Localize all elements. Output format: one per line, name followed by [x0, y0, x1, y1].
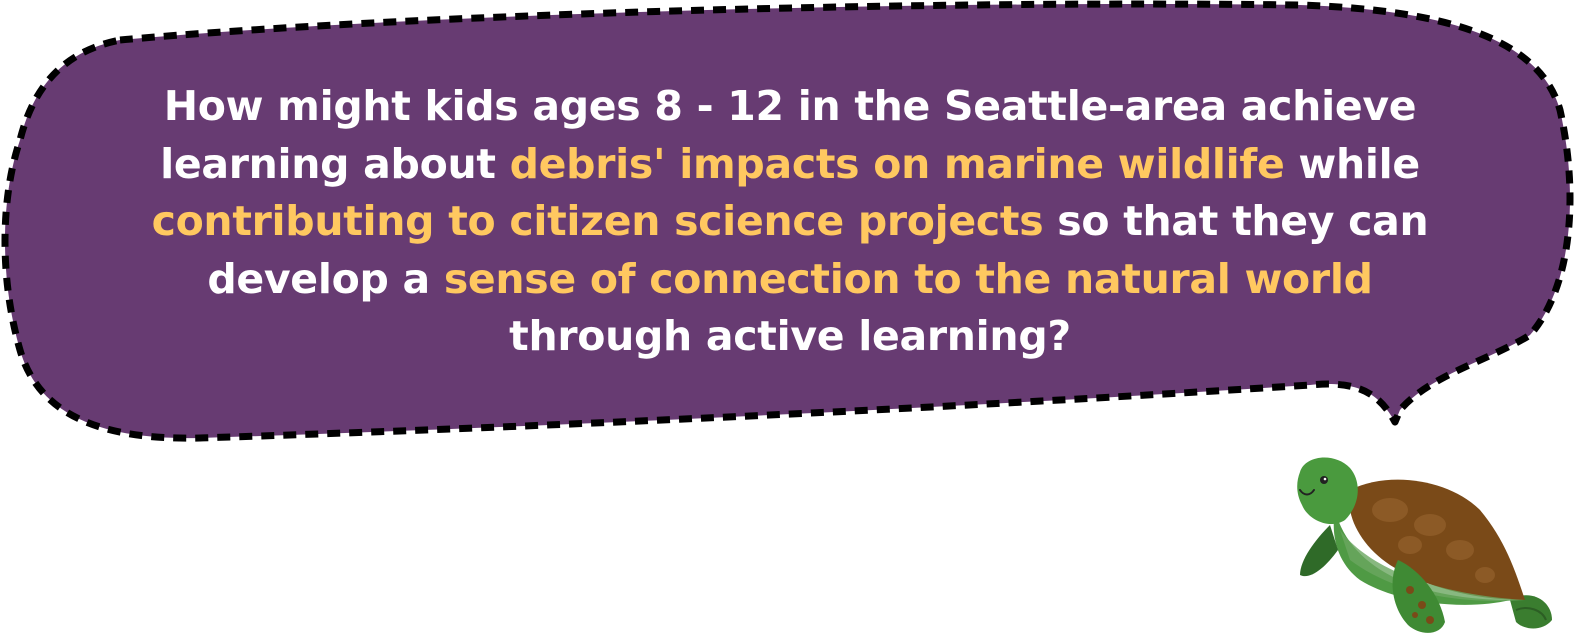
highlight-connection-nature: sense of connection to the natural world [443, 254, 1373, 303]
question-text: How might kids ages 8 - 12 in the Seattl… [110, 78, 1470, 366]
highlight-citizen-science: contributing to citizen science projects [151, 197, 1044, 245]
stage: How might kids ages 8 - 12 in the Seattl… [0, 0, 1580, 639]
sea-turtle-icon [1297, 457, 1552, 633]
highlight-marine-wildlife: debris' impacts on marine wildlife [509, 139, 1285, 188]
question-segment: while [1284, 139, 1420, 188]
question-segment: through active learning? [509, 312, 1071, 360]
